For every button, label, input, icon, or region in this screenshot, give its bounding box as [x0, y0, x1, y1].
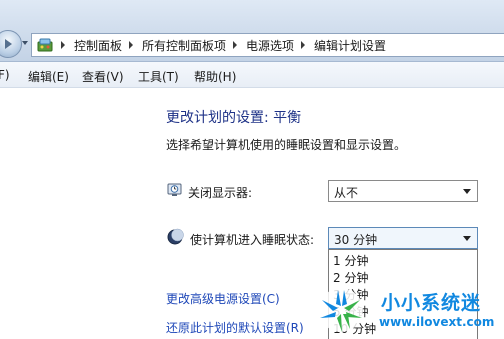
menu-edit[interactable]: 编辑(E) [28, 68, 69, 85]
watermark-name: 小小系统迷 [381, 292, 482, 314]
restore-defaults-link[interactable]: 还原此计划的默认设置(R) [166, 319, 304, 336]
display-off-label: 关闭显示器: [188, 186, 253, 200]
address-bar: 控制面板 所有控制面板项 电源选项 编辑计划设置 [0, 0, 504, 62]
recent-pages-dropdown-icon[interactable] [22, 41, 28, 45]
page-title: 更改计划的设置: 平衡 [166, 110, 302, 126]
sleep-select[interactable]: 30 分钟 [328, 227, 478, 249]
moon-icon [167, 228, 184, 245]
breadcrumb-item-power-options[interactable]: 电源选项 [246, 37, 294, 54]
menu-tools[interactable]: 工具(T) [138, 68, 179, 85]
breadcrumb-item-all-items[interactable]: 所有控制面板项 [142, 37, 226, 54]
breadcrumb-separator-icon[interactable] [233, 41, 238, 49]
menu-help[interactable]: 帮助(H) [194, 68, 236, 85]
breadcrumb-item-control-panel[interactable]: 控制面板 [74, 37, 122, 54]
breadcrumb-separator-icon[interactable] [301, 41, 306, 49]
page-subtitle: 选择希望计算机使用的睡眠设置和显示设置。 [166, 138, 407, 152]
sleep-value: 30 分钟 [334, 233, 378, 247]
control-panel-icon [37, 38, 53, 52]
breadcrumb-separator-icon[interactable] [61, 41, 65, 49]
menu-bar: F) 编辑(E) 查看(V) 工具(T) 帮助(H) [0, 62, 504, 88]
menu-file[interactable]: F) [0, 68, 10, 82]
forward-button[interactable] [0, 30, 22, 58]
breadcrumb-item-edit-plan[interactable]: 编辑计划设置 [314, 37, 386, 54]
menu-view[interactable]: 查看(V) [82, 68, 124, 85]
watermark-logo-icon [319, 288, 363, 332]
breadcrumb[interactable]: 控制面板 所有控制面板项 电源选项 编辑计划设置 [31, 33, 504, 57]
chevron-down-icon[interactable] [463, 189, 471, 194]
monitor-clock-icon [167, 183, 182, 196]
display-off-value: 从不 [334, 186, 359, 200]
watermark-url: www.ilovext.com [379, 315, 495, 329]
breadcrumb-separator-icon[interactable] [129, 41, 134, 49]
advanced-settings-link[interactable]: 更改高级电源设置(C) [166, 290, 280, 307]
display-off-select[interactable]: 从不 [328, 180, 478, 202]
sleep-option[interactable]: 1 分钟 [333, 252, 368, 269]
sleep-label: 使计算机进入睡眠状态: [190, 233, 315, 247]
chevron-down-icon[interactable] [463, 236, 471, 241]
